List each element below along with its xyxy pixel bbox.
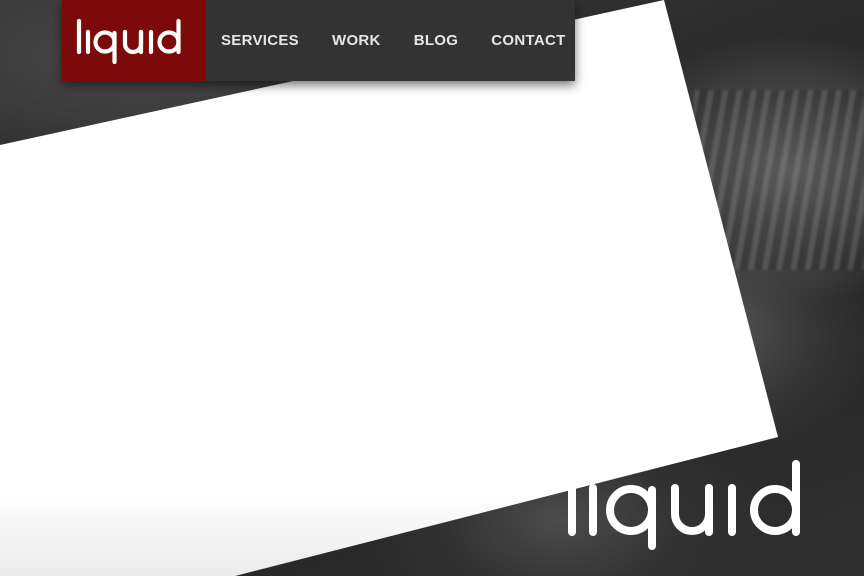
hero-stage: liquid SERVICES WORK BLOG CONTACT liquid xyxy=(0,0,864,576)
footer-logo-text: liquid xyxy=(825,458,826,459)
liquid-wordmark-icon xyxy=(568,460,800,550)
nav-menu: SERVICES WORK BLOG CONTACT xyxy=(206,0,566,81)
nav-item-services[interactable]: SERVICES xyxy=(221,32,299,49)
main-navigation: liquid SERVICES WORK BLOG CONTACT xyxy=(62,0,575,81)
nav-item-work[interactable]: WORK xyxy=(332,32,381,49)
nav-item-blog[interactable]: BLOG xyxy=(414,32,459,49)
footer-logo: liquid xyxy=(565,458,825,550)
nav-item-contact[interactable]: CONTACT xyxy=(491,32,565,49)
header-logo-link[interactable]: liquid xyxy=(62,0,206,81)
liquid-logo-icon xyxy=(76,18,181,64)
